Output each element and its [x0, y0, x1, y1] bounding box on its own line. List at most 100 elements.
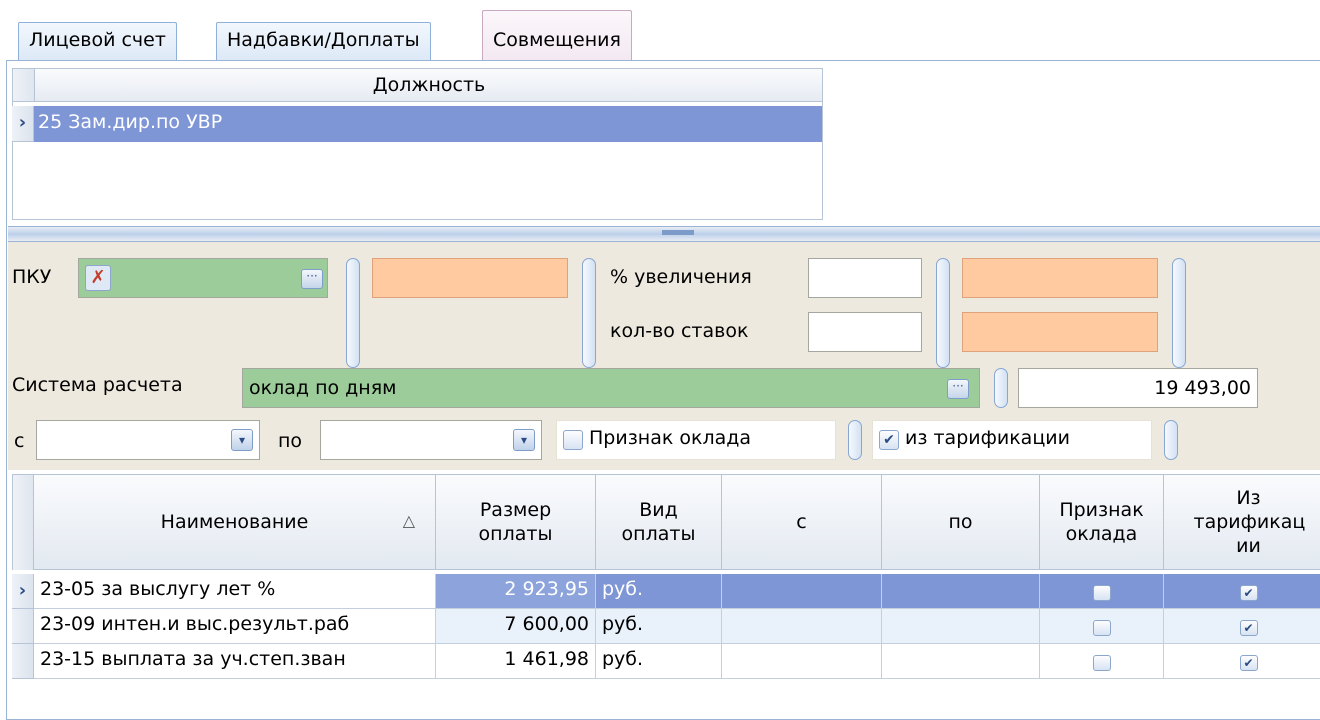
increase-label: % увеличения — [610, 266, 752, 288]
check-icon: ✔ — [1243, 585, 1254, 600]
salary-sign-checkbox[interactable] — [1092, 619, 1111, 636]
salary-sign-label: Признак оклада — [589, 427, 752, 449]
column-label: Вид оплаты — [621, 499, 696, 545]
column-header-from[interactable]: с — [722, 474, 882, 570]
column-label: Из тарификац ии — [1193, 487, 1306, 557]
from-tariff-checkbox[interactable]: ✔ — [879, 430, 899, 450]
separator-handle[interactable] — [1164, 420, 1178, 460]
row-pointer[interactable]: › — [12, 574, 34, 609]
calc-system-label: Система расчета — [12, 374, 183, 396]
calc-system-field[interactable]: оклад по дням ··· — [242, 368, 980, 408]
table-cell-to[interactable] — [882, 644, 1040, 679]
table-cell-name[interactable]: 23-05 за выслугу лет % — [34, 574, 436, 609]
table-cell-to[interactable] — [882, 609, 1040, 644]
column-header-position[interactable]: Должность — [35, 74, 823, 96]
to-dropdown-button[interactable]: ▾ — [513, 429, 535, 451]
chevron-right-icon: › — [18, 112, 27, 133]
table-cell-name[interactable]: 23-09 интен.и выс.результ.раб — [34, 609, 436, 644]
from-tariff-checkbox[interactable]: ✔ — [1239, 619, 1258, 636]
column-label: Наименование — [160, 511, 309, 533]
rates-label: кол-во ставок — [610, 320, 749, 342]
check-icon: ✔ — [1243, 655, 1254, 670]
column-label: по — [948, 511, 973, 533]
tab-label: Надбавки/Доплаты — [227, 29, 420, 51]
chevron-down-icon: ▾ — [520, 433, 528, 447]
splitter-grip[interactable] — [662, 230, 694, 235]
chevron-down-icon: ▾ — [238, 433, 246, 447]
pku-ellipsis-button[interactable]: ··· — [301, 269, 323, 289]
separator-handle[interactable] — [582, 258, 596, 368]
amount-field: 19 493,00 — [1018, 368, 1258, 408]
table-cell-kind[interactable]: руб. — [596, 574, 722, 609]
column-header-name[interactable]: Наименование △ — [34, 474, 436, 570]
positions-grid-header: Должность — [12, 68, 823, 102]
from-dropdown-button[interactable]: ▾ — [231, 429, 253, 451]
table-cell-kind[interactable]: руб. — [596, 609, 722, 644]
check-icon: ✔ — [883, 432, 895, 448]
from-date-combo[interactable]: ▾ — [36, 420, 260, 460]
table-cell-size[interactable]: 1 461,98 — [436, 644, 596, 679]
increase-input[interactable] — [808, 258, 922, 298]
sort-ascending-icon: △ — [402, 511, 415, 530]
table-cell-from-tariff[interactable]: ✔ — [1164, 609, 1320, 644]
column-label: с — [796, 511, 807, 533]
tab-combinations[interactable]: Совмещения — [482, 10, 632, 62]
to-date-combo[interactable]: ▾ — [320, 420, 542, 460]
table-cell-from[interactable] — [722, 574, 882, 609]
salary-sign-checkbox[interactable] — [563, 430, 583, 450]
column-header-to[interactable]: по — [882, 474, 1040, 570]
header-corner — [13, 69, 35, 101]
row-pointer[interactable] — [12, 644, 34, 679]
from-tariff-checkbox-container: ✔ из тарификации — [872, 420, 1152, 460]
salary-sign-checkbox[interactable] — [1092, 584, 1111, 601]
pku-field[interactable]: ✗ ··· — [78, 258, 328, 298]
salary-sign-checkbox[interactable] — [1092, 654, 1111, 671]
column-header-salary-sign[interactable]: Признак оклада — [1040, 474, 1164, 570]
table-cell-name[interactable]: 23-15 выплата за уч.степ.зван — [34, 644, 436, 679]
row-pointer[interactable] — [12, 609, 34, 644]
tab-label: Лицевой счет — [29, 29, 166, 51]
separator-handle[interactable] — [994, 368, 1008, 408]
table-cell-size[interactable]: 2 923,95 — [436, 574, 596, 609]
separator-handle[interactable] — [848, 420, 862, 460]
rates-input[interactable] — [808, 312, 922, 352]
column-header-from-tariff[interactable]: Из тарификац ии — [1164, 474, 1320, 570]
separator-handle[interactable] — [1172, 258, 1186, 368]
pku-label: ПКУ — [12, 266, 52, 288]
splitter[interactable] — [8, 226, 1320, 242]
rates-aux-field — [962, 312, 1158, 352]
calc-system-ellipsis-button[interactable]: ··· — [947, 379, 969, 399]
table-cell-from[interactable] — [722, 644, 882, 679]
table-cell-to[interactable] — [882, 574, 1040, 609]
table-cell-kind[interactable]: руб. — [596, 644, 722, 679]
tab-personal-account[interactable]: Лицевой счет — [18, 22, 177, 60]
tab-allowances[interactable]: Надбавки/Доплаты — [216, 22, 431, 60]
table-cell-salary-sign[interactable] — [1040, 644, 1164, 679]
from-label: с — [14, 430, 25, 452]
person-icon[interactable]: ✗ — [85, 265, 111, 291]
from-tariff-checkbox[interactable]: ✔ — [1239, 654, 1258, 671]
position-label: 25 Зам.дир.по УВР — [38, 111, 223, 133]
table-cell-salary-sign[interactable] — [1040, 609, 1164, 644]
table-cell-salary-sign[interactable] — [1040, 574, 1164, 609]
tab-label: Совмещения — [493, 29, 621, 51]
check-icon: ✔ — [1243, 620, 1254, 635]
ellipsis-icon: ··· — [306, 269, 318, 283]
separator-handle[interactable] — [936, 258, 950, 368]
pku-aux-field — [372, 258, 568, 298]
from-tariff-checkbox[interactable]: ✔ — [1239, 584, 1258, 601]
column-header-kind[interactable]: Вид оплаты — [596, 474, 722, 570]
column-header-size[interactable]: Размер оплаты — [436, 474, 596, 570]
to-label: по — [278, 430, 303, 452]
column-label: Признак оклада — [1059, 499, 1144, 545]
ellipsis-icon: ··· — [952, 379, 964, 393]
table-cell-from-tariff[interactable]: ✔ — [1164, 644, 1320, 679]
table-cell-from[interactable] — [722, 609, 882, 644]
from-tariff-label: из тарификации — [905, 427, 1070, 449]
column-label: Размер оплаты — [478, 499, 553, 545]
row-pointer[interactable]: › — [12, 106, 34, 142]
table-cell-from-tariff[interactable]: ✔ — [1164, 574, 1320, 609]
pku-resize-handle[interactable] — [346, 258, 360, 368]
positions-row[interactable]: 25 Зам.дир.по УВР — [34, 106, 822, 142]
table-cell-size[interactable]: 7 600,00 — [436, 609, 596, 644]
